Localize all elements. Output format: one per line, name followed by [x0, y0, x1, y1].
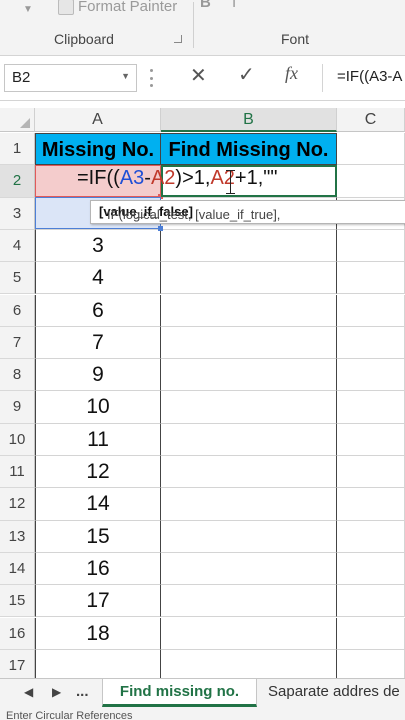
cell-c1[interactable]	[337, 133, 405, 166]
cell-a5[interactable]: 4	[35, 262, 161, 295]
cell-a8[interactable]: 9	[35, 359, 161, 392]
italic-button[interactable]: I	[232, 0, 236, 11]
more-sheets-button[interactable]: ...	[76, 683, 89, 700]
format-painter-icon	[58, 0, 74, 15]
row-header[interactable]: 16	[0, 617, 35, 650]
insert-function-button[interactable]: fx	[285, 63, 298, 84]
function-tooltip: IF(logical_test, [value_if_true], [value…	[90, 200, 405, 224]
column-header-a[interactable]: A	[35, 108, 161, 132]
status-bar: Enter Circular References	[0, 708, 405, 720]
row-header[interactable]: 10	[0, 423, 35, 456]
row-header[interactable]: 2	[0, 165, 35, 198]
tab-saparate-address[interactable]: Saparate addres de	[268, 683, 400, 700]
cell-a13[interactable]: 15	[35, 520, 161, 553]
row-header[interactable]: 7	[0, 326, 35, 360]
prev-sheet-icon[interactable]: ◀	[24, 685, 33, 699]
row-header[interactable]: 8	[0, 359, 35, 392]
paste-dropdown-icon[interactable]: ▼	[23, 4, 33, 15]
tab-find-missing-no[interactable]: Find missing no.	[102, 679, 257, 707]
cell-b13[interactable]	[161, 520, 337, 553]
cell-b9[interactable]	[161, 391, 337, 424]
cell-a14[interactable]: 16	[35, 552, 161, 586]
cell-b14[interactable]	[161, 552, 337, 586]
cell-c4[interactable]	[337, 229, 405, 263]
cell-b5[interactable]	[161, 262, 337, 295]
row-header[interactable]: 3	[0, 197, 35, 230]
cell-c8[interactable]	[337, 359, 405, 392]
cell-a6[interactable]: 6	[35, 294, 161, 327]
ribbon: ▼ Format Painter B I Clipboard Font	[0, 0, 405, 56]
format-painter-label: Format Painter	[78, 0, 178, 15]
cell-b11[interactable]	[161, 456, 337, 489]
cell-b15[interactable]	[161, 585, 337, 618]
cell-a10[interactable]: 11	[35, 423, 161, 456]
cell-a12[interactable]: 14	[35, 488, 161, 521]
cell-b16[interactable]	[161, 617, 337, 650]
format-painter-button[interactable]: Format Painter	[58, 0, 177, 15]
row-header[interactable]: 9	[0, 391, 35, 424]
drag-handle-icon[interactable]	[150, 69, 153, 87]
cell-b1[interactable]: Find Missing No.	[161, 133, 337, 166]
cell-c9[interactable]	[337, 391, 405, 424]
group-separator	[193, 2, 194, 48]
cancel-button[interactable]: ✕	[190, 63, 207, 88]
status-text: Enter Circular References	[6, 710, 133, 720]
name-box-value: B2	[12, 69, 31, 86]
cell-c5[interactable]	[337, 262, 405, 295]
cell-a11[interactable]: 12	[35, 456, 161, 489]
row-header[interactable]: 11	[0, 456, 35, 489]
cell-a9[interactable]: 10	[35, 391, 161, 424]
formula-text: =IF((A3-A	[337, 68, 403, 85]
clipboard-launcher-icon[interactable]	[174, 35, 182, 43]
cell-c16[interactable]	[337, 617, 405, 650]
column-header-c[interactable]: C	[337, 108, 405, 132]
cell-a7[interactable]: 7	[35, 326, 161, 360]
cell-c11[interactable]	[337, 456, 405, 489]
cell-b7[interactable]	[161, 326, 337, 360]
cell-c10[interactable]	[337, 423, 405, 456]
cell-a1[interactable]: Missing No.	[35, 133, 161, 166]
row-header[interactable]: 15	[0, 585, 35, 618]
cell-c14[interactable]	[337, 552, 405, 586]
sheet-tab-bar: ◀ ▶ ... Find missing no. Saparate addres…	[0, 678, 405, 709]
name-box[interactable]: B2 ▼	[4, 64, 137, 92]
cell-b12[interactable]	[161, 488, 337, 521]
cell-a16[interactable]: 18	[35, 617, 161, 650]
row-header[interactable]: 6	[0, 294, 35, 327]
tooltip-text: IF(logical_test, [value_if_true],	[107, 207, 281, 222]
select-all-corner[interactable]	[0, 108, 35, 132]
column-header-b[interactable]: B	[161, 108, 337, 132]
cell-c2[interactable]	[337, 165, 405, 198]
cell-c15[interactable]	[337, 585, 405, 618]
enter-button[interactable]: ✓	[238, 62, 255, 87]
cell-b10[interactable]	[161, 423, 337, 456]
row-header[interactable]: 14	[0, 552, 35, 586]
in-cell-formula: =IF((A3-A2)>1,A2+1,""	[77, 167, 278, 189]
cell-a4[interactable]: 3	[35, 229, 161, 263]
cell-b4[interactable]	[161, 229, 337, 263]
cell-c12[interactable]	[337, 488, 405, 521]
cell-c13[interactable]	[337, 520, 405, 553]
row-header[interactable]: 12	[0, 488, 35, 521]
cell-b8[interactable]	[161, 359, 337, 392]
text-cursor-icon	[226, 170, 235, 194]
row-header[interactable]: 13	[0, 520, 35, 553]
font-group-label: Font	[281, 31, 310, 47]
cell-c6[interactable]	[337, 294, 405, 327]
row-header[interactable]: 5	[0, 262, 35, 295]
next-sheet-icon[interactable]: ▶	[52, 685, 61, 699]
formula-bar: B2 ▼ ✕ ✓ fx =IF((A3-A	[0, 56, 405, 101]
formula-input[interactable]: =IF((A3-A	[322, 64, 405, 92]
row-header[interactable]: 4	[0, 229, 35, 263]
cell-a15[interactable]: 17	[35, 585, 161, 618]
cell-b6[interactable]	[161, 294, 337, 327]
row-header[interactable]: 1	[0, 133, 35, 166]
cell-c7[interactable]	[337, 326, 405, 360]
clipboard-group-label: Clipboard	[54, 31, 114, 47]
bold-button[interactable]: B	[200, 0, 211, 11]
chevron-down-icon[interactable]: ▼	[121, 71, 130, 81]
